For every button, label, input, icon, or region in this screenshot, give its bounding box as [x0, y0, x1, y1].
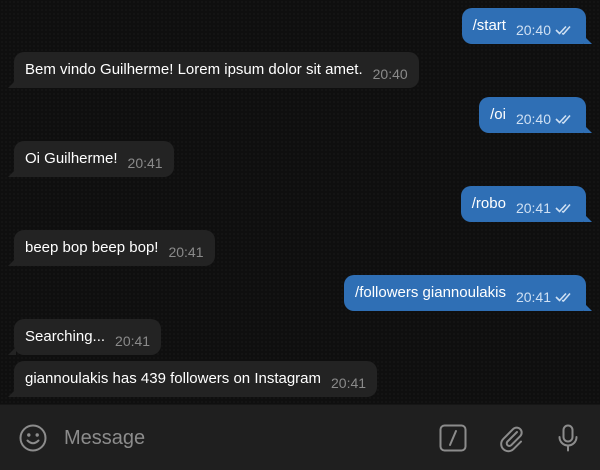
paperclip-icon[interactable] [494, 421, 528, 455]
message-time: 20:41 [168, 244, 204, 260]
emoji-icon[interactable] [16, 421, 50, 455]
outgoing-message[interactable]: /robo 20:41 [460, 186, 593, 222]
chat-area: /start 20:40 Bem vindo Guilherme! Lorem … [0, 0, 600, 404]
double-check-icon [555, 113, 575, 125]
outgoing-message[interactable]: /start 20:40 [461, 8, 593, 44]
message-text: giannoulakis has 439 followers on Instag… [25, 370, 322, 387]
message-text: /robo [471, 195, 506, 212]
message-text: Bem vindo Guilherme! Lorem ipsum dolor s… [25, 61, 363, 78]
message-time: 20:41 [127, 155, 163, 171]
incoming-message[interactable]: Oi Guilherme! 20:41 [8, 141, 174, 177]
double-check-icon [555, 24, 575, 36]
microphone-icon[interactable] [551, 421, 585, 455]
message-time: 20:41 [115, 333, 151, 349]
message-time: 20:41 [331, 375, 367, 391]
outgoing-message[interactable]: /followers giannoulakis 20:41 [344, 275, 592, 311]
message-text: /oi [490, 106, 506, 123]
message-time: 20:40 [515, 111, 551, 127]
message-time: 20:40 [515, 22, 551, 38]
message-text: Oi Guilherme! [25, 150, 118, 167]
incoming-message[interactable]: Bem vindo Guilherme! Lorem ipsum dolor s… [8, 52, 419, 88]
message-text: /start [472, 17, 506, 34]
incoming-message[interactable]: giannoulakis has 439 followers on Instag… [7, 361, 378, 397]
outgoing-message[interactable]: /oi 20:40 [479, 97, 592, 133]
double-check-icon [555, 291, 575, 303]
incoming-message[interactable]: Searching... 20:41 [7, 319, 162, 355]
message-input-bar [0, 404, 600, 470]
message-time: 20:40 [372, 66, 408, 82]
message-time: 20:41 [515, 200, 551, 216]
incoming-message[interactable]: beep bop beep bop! 20:41 [8, 230, 215, 266]
message-time: 20:41 [515, 289, 551, 305]
message-text: beep bop beep bop! [25, 239, 159, 256]
slash-command-icon[interactable] [436, 421, 470, 455]
message-text: Searching... [25, 328, 106, 345]
message-text: /followers giannoulakis [355, 284, 506, 301]
message-input[interactable] [64, 423, 404, 453]
double-check-icon [555, 202, 575, 214]
